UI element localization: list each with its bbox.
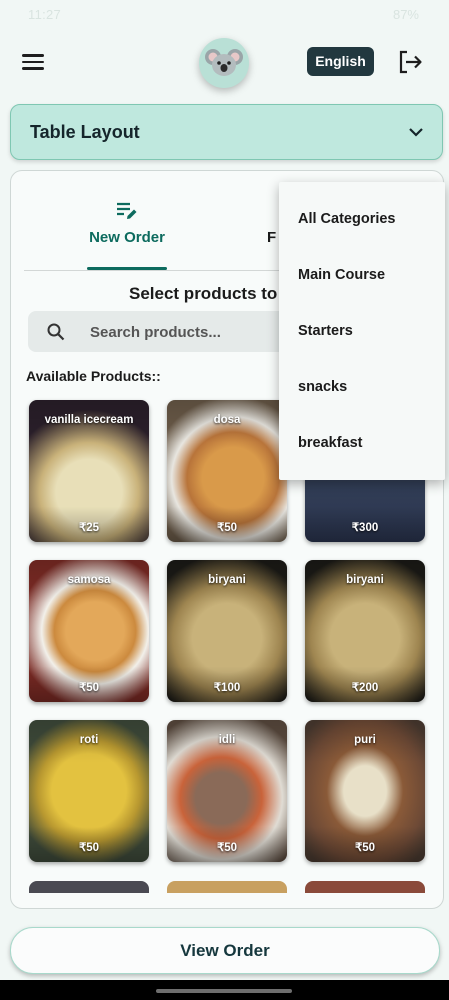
product-card[interactable]: biryani ₹200 <box>305 560 425 702</box>
home-handle[interactable] <box>156 989 292 993</box>
product-card[interactable]: biryani ₹100 <box>167 560 287 702</box>
product-card-partial[interactable] <box>29 881 149 893</box>
product-price: ₹50 <box>78 682 100 694</box>
system-nav-bar <box>0 980 449 1000</box>
table-layout-dropdown[interactable]: Table Layout <box>10 104 443 160</box>
product-card[interactable]: puri ₹50 <box>305 720 425 862</box>
product-name: puri <box>354 734 376 746</box>
view-order-button[interactable]: View Order <box>10 927 440 974</box>
status-time: 11:27 <box>28 7 62 22</box>
product-price: ₹50 <box>216 842 238 854</box>
category-option-breakfast[interactable]: breakfast <box>298 435 362 451</box>
product-name: roti <box>79 734 99 746</box>
product-card-partial[interactable] <box>167 881 287 893</box>
logout-icon[interactable] <box>396 48 424 76</box>
product-name: biryani <box>208 574 246 586</box>
tab-new-order[interactable]: New Order <box>77 201 177 247</box>
product-name: samosa <box>67 574 111 586</box>
category-option-all[interactable]: All Categories <box>298 211 396 227</box>
language-button[interactable]: English <box>307 47 374 76</box>
product-card[interactable]: vanilla icecream ₹25 <box>29 400 149 542</box>
active-tab-indicator <box>87 267 167 270</box>
product-card-partial[interactable] <box>305 881 425 893</box>
product-price: ₹100 <box>213 682 241 694</box>
product-price: ₹50 <box>216 522 238 534</box>
product-name: vanilla icecream <box>44 414 134 426</box>
product-name: idli <box>218 734 236 746</box>
chevron-down-icon <box>409 128 423 137</box>
status-battery: 87% <box>392 7 419 22</box>
product-price: ₹200 <box>351 682 379 694</box>
tab-second-label: F <box>267 229 277 246</box>
category-option-starters[interactable]: Starters <box>298 323 353 339</box>
available-products-label: Available Products:: <box>26 368 161 384</box>
category-dropdown-menu: All Categories Main Course Starters snac… <box>279 182 445 480</box>
category-option-snacks[interactable]: snacks <box>298 379 347 395</box>
section-title: Select products to <box>129 284 278 303</box>
edit-list-icon <box>117 202 137 219</box>
koala-logo-avatar <box>199 38 249 88</box>
table-layout-label: Table Layout <box>30 122 140 142</box>
product-card[interactable]: samosa ₹50 <box>29 560 149 702</box>
top-bar: English <box>0 30 449 96</box>
koala-icon <box>205 49 243 76</box>
product-price: ₹50 <box>78 842 100 854</box>
tab-new-order-label: New Order <box>89 229 165 246</box>
product-card[interactable]: dosa ₹50 <box>167 400 287 542</box>
product-name: dosa <box>213 414 241 426</box>
product-price: ₹50 <box>354 842 376 854</box>
product-price: ₹300 <box>351 522 379 534</box>
product-price: ₹25 <box>78 522 100 534</box>
search-icon <box>47 323 65 341</box>
product-card[interactable]: idli ₹50 <box>167 720 287 862</box>
product-card[interactable]: roti ₹50 <box>29 720 149 862</box>
status-bar: 11:27 87% <box>0 0 449 30</box>
hamburger-menu-icon[interactable] <box>20 50 46 74</box>
category-option-main-course[interactable]: Main Course <box>298 267 385 283</box>
product-name: biryani <box>346 574 384 586</box>
